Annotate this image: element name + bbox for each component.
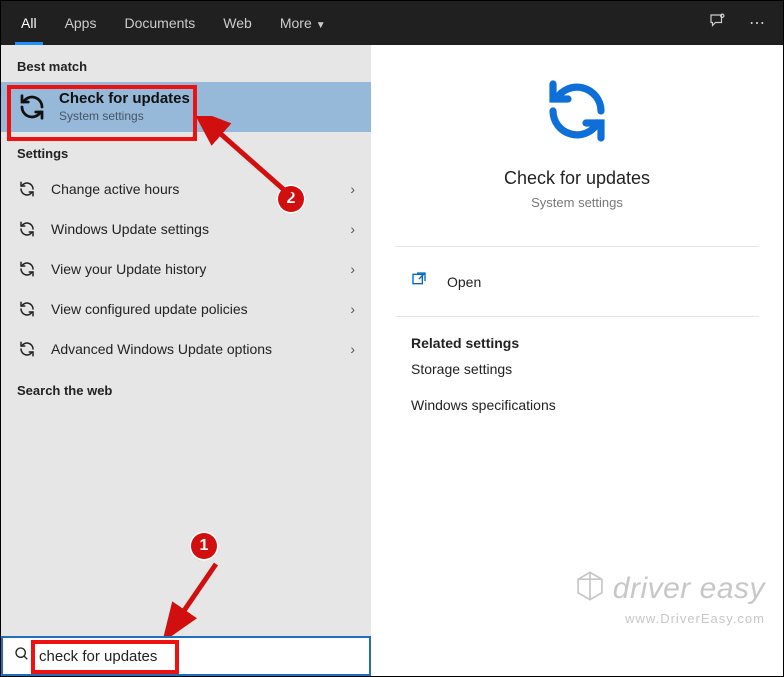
tab-all[interactable]: All [7,1,51,45]
chevron-right-icon: › [350,341,355,357]
sync-icon [17,259,37,279]
sync-large-icon [541,134,613,151]
settings-header: Settings [1,132,371,169]
search-web-header: Search the web [1,369,371,406]
divider [395,316,759,317]
sync-icon [17,339,37,359]
related-item-windows-specifications[interactable]: Windows specifications [371,387,783,423]
results-panel: Best match Check for updates System sett… [1,45,371,637]
settings-item-windows-update-settings[interactable]: Windows Update settings › [1,209,371,249]
tab-more-label: More [280,15,312,31]
settings-item-label: View configured update policies [51,301,350,317]
best-match-title: Check for updates [59,90,190,109]
best-match-subtitle: System settings [59,109,190,124]
preview-subtitle: System settings [371,195,783,210]
sync-icon [17,219,37,239]
tab-web[interactable]: Web [209,1,266,45]
sync-icon [17,179,37,199]
tab-documents[interactable]: Documents [110,1,209,45]
settings-item-label: View your Update history [51,261,350,277]
chevron-right-icon: › [350,181,355,197]
sync-icon [17,299,37,319]
caret-down-icon: ▼ [316,20,326,31]
search-bar[interactable] [1,636,371,676]
settings-item-view-configured-policies[interactable]: View configured update policies › [1,289,371,329]
sync-icon [15,90,49,124]
related-settings-header: Related settings [371,335,783,351]
search-filter-tabs: All Apps Documents Web More ▼ ⋯ [1,1,783,45]
settings-item-change-active-hours[interactable]: Change active hours › [1,169,371,209]
chevron-right-icon: › [350,301,355,317]
preview-title: Check for updates [371,168,783,189]
search-input[interactable] [33,648,361,665]
feedback-icon[interactable] [697,12,737,35]
settings-item-label: Windows Update settings [51,221,350,237]
tab-more[interactable]: More ▼ [266,1,340,45]
chevron-right-icon: › [350,221,355,237]
best-match-item[interactable]: Check for updates System settings [1,82,371,132]
search-icon [11,646,33,667]
open-action[interactable]: Open [371,265,783,298]
settings-item-advanced-windows-update-options[interactable]: Advanced Windows Update options › [1,329,371,369]
open-icon [411,271,429,292]
open-label: Open [447,274,481,290]
more-options-icon[interactable]: ⋯ [737,13,777,33]
divider [395,246,759,247]
settings-item-label: Advanced Windows Update options [51,341,350,357]
settings-item-view-update-history[interactable]: View your Update history › [1,249,371,289]
tab-apps[interactable]: Apps [51,1,111,45]
preview-panel: Check for updates System settings Open R… [371,45,783,637]
chevron-right-icon: › [350,261,355,277]
settings-item-label: Change active hours [51,181,350,197]
best-match-header: Best match [1,45,371,82]
related-item-storage-settings[interactable]: Storage settings [371,351,783,387]
